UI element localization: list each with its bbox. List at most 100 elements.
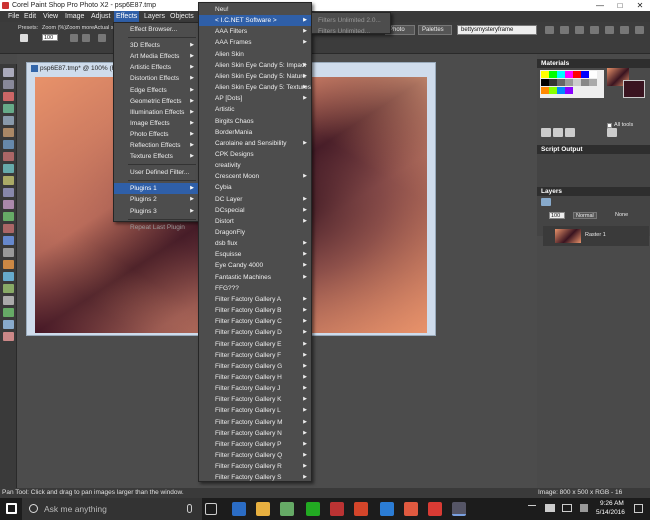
plugins-menu-item[interactable]: Filter Factory Gallery L ▶ [199,405,311,416]
plugins-menu-item[interactable]: Alien Skin Eye Candy 5: Textures ▶ [199,82,311,93]
store-icon[interactable] [280,502,294,516]
keyboard-icon[interactable] [580,504,588,512]
lighten-darken-icon[interactable] [3,236,14,245]
plugins-menu-item[interactable]: Crescent Moon ▶ [199,171,311,182]
airbrush-icon[interactable] [3,212,14,221]
effects-menu-item[interactable]: Repeat Last Plugin [114,222,198,233]
tray-chevron-icon[interactable] [528,505,536,513]
object-selector-icon[interactable] [3,332,14,341]
plugins-menu-item[interactable]: < I.C.NET Software > ▶ [199,15,311,27]
plugins-menu-item[interactable]: FFG??? [199,283,311,294]
clock-date[interactable]: 5/14/2016 [596,509,625,516]
plugins-menu-item[interactable]: Alien Skin [199,49,311,60]
edge-icon[interactable] [232,502,246,516]
menu-view[interactable]: View [41,11,60,22]
start-button[interactable] [6,503,17,514]
eraser-icon[interactable] [3,248,14,257]
task-view-icon[interactable] [205,503,217,515]
plugins-menu-item[interactable]: Filter Factory Gallery H ▶ [199,372,311,383]
makeover-tool-icon[interactable] [3,164,14,173]
effects-menu-item[interactable]: Artistic Effects ▶ [114,62,198,73]
plugins-menu-item[interactable]: Filter Factory Gallery J ▶ [199,383,311,394]
text-tool-icon[interactable] [3,296,14,305]
toolbar-icon[interactable] [560,26,569,34]
toolbar-icon[interactable] [620,26,629,34]
toolbar-icon[interactable] [635,26,644,34]
effects-menu-item[interactable]: Texture Effects ▶ [114,151,198,162]
paint-brush-icon[interactable] [3,200,14,209]
plugins-menu-item[interactable]: Cybia [199,182,311,193]
menu-effects[interactable]: Effects [114,11,140,22]
swatch[interactable] [565,79,573,86]
menu-image[interactable]: Image [63,11,86,22]
menu-edit[interactable]: Edit [22,11,38,22]
plugins-menu-item[interactable]: Filter Factory Gallery C ▶ [199,316,311,327]
new-layer-icon[interactable] [541,198,551,206]
plugins-menu-item[interactable]: Alien Skin Eye Candy 5: Impact ▶ [199,60,311,71]
submenu-item[interactable]: Filters Unlimited... [312,26,390,37]
blend-mode-dropdown[interactable]: Normal [573,212,597,219]
clone-tool-icon[interactable] [3,176,14,185]
plugins-menu-item[interactable]: Filter Factory Gallery B ▶ [199,305,311,316]
plugins-menu-item[interactable]: Filter Factory Gallery D ▶ [199,327,311,338]
plugins-menu-item[interactable]: dsb flux ▶ [199,238,311,249]
plugins-menu-item[interactable]: Birgits Chaos [199,116,311,127]
swatch[interactable] [565,87,573,94]
effects-menu-item[interactable]: Geometric Effects ▶ [114,96,198,107]
xbox-icon[interactable] [306,502,320,516]
zoom-tool-icon[interactable] [3,80,14,89]
plugins-menu-item[interactable]: Neu! [199,4,311,15]
swatch[interactable] [581,71,589,78]
plugins-menu-item[interactable]: AAA Filters ▶ [199,26,311,37]
plugins-menu-item[interactable]: DragonFly [199,227,311,238]
plugins-menu-item[interactable]: Filter Factory Gallery P ▶ [199,439,311,450]
plugins-menu-item[interactable]: Filter Factory Gallery R ▶ [199,461,311,472]
menu-objects[interactable]: Objects [168,11,196,22]
material-icon[interactable] [607,128,617,137]
menu-layers[interactable]: Layers [142,11,167,22]
zoom-out-icon[interactable] [82,34,90,42]
media-icon[interactable] [404,502,418,516]
crop-tool-icon[interactable] [3,116,14,125]
material-icon[interactable] [565,128,575,137]
plugins-menu-item[interactable]: DC Layer ▶ [199,194,311,205]
picture-tube-icon[interactable] [3,272,14,281]
toolbar-icon[interactable] [590,26,599,34]
swatch[interactable] [541,71,549,78]
selection-tool-icon[interactable] [3,128,14,137]
plugins-menu-item[interactable]: Filter Factory Gallery K ▶ [199,394,311,405]
close-button[interactable]: ✕ [630,0,650,11]
swatch[interactable] [549,71,557,78]
taskbar-search[interactable]: Ask me anything [22,498,202,520]
effects-menu-item[interactable]: Distortion Effects ▶ [114,73,198,84]
effects-menu-item[interactable]: Reflection Effects ▶ [114,140,198,151]
plugins-menu-item[interactable]: Distort ▶ [199,216,311,227]
color-swatches[interactable] [540,70,604,98]
swatch[interactable] [557,79,565,86]
volume-icon[interactable] [562,504,572,512]
plugins-menu-item[interactable]: Filter Factory Gallery G ▶ [199,361,311,372]
layer-row-raster-1[interactable]: Raster 1 [543,226,649,246]
effects-menu-item[interactable]: Photo Effects ▶ [114,129,198,140]
effects-menu-item[interactable]: Plugins 1 ▶ [114,183,198,195]
minimize-button[interactable]: — [590,0,610,11]
material-icon[interactable] [553,128,563,137]
plugins-menu-item[interactable]: Esquisse ▶ [199,249,311,260]
material-icon[interactable] [541,128,551,137]
background-material[interactable] [623,80,645,98]
plugins-menu-item[interactable]: Filter Factory Gallery M ▶ [199,417,311,428]
plugins-menu-item[interactable]: Fantastic Machines ▶ [199,272,311,283]
toolbar-icon[interactable] [575,26,584,34]
plugins-menu-item[interactable]: Filter Factory Gallery N ▶ [199,428,311,439]
microphone-icon[interactable] [187,504,192,513]
swatch[interactable] [557,71,565,78]
opera-icon[interactable] [428,502,442,516]
effects-menu-item[interactable]: Edge Effects ▶ [114,85,198,96]
plugins-menu-item[interactable]: Artistic [199,104,311,115]
effects-menu-item[interactable]: Plugins 3 ▶ [114,206,198,217]
freehand-tool-icon[interactable] [3,140,14,149]
submenu-item[interactable]: Filters Unlimited 2.0... [312,15,390,26]
swatch[interactable] [589,79,597,86]
all-tools-checkbox[interactable] [607,123,612,128]
effects-menu-item[interactable]: Plugins 2 ▶ [114,194,198,205]
